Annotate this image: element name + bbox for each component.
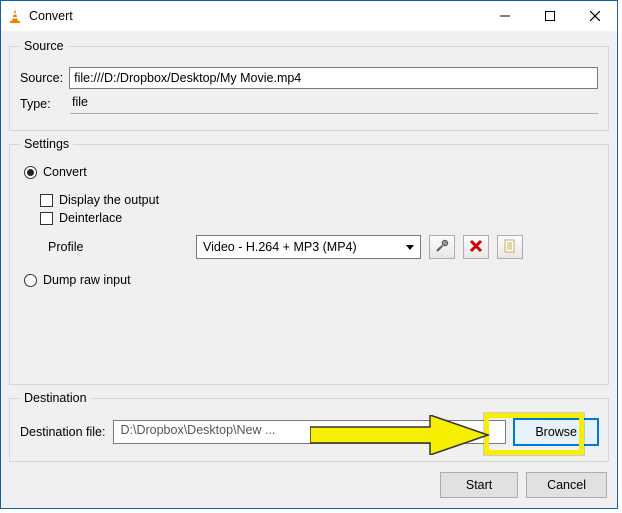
minimize-button[interactable]: [482, 1, 527, 31]
destination-group: Destination Destination file: D:\Dropbox…: [9, 391, 609, 462]
dump-raw-radio[interactable]: Dump raw input: [24, 273, 598, 287]
dump-raw-label: Dump raw input: [43, 273, 131, 287]
browse-button-label: Browse: [535, 425, 577, 439]
cancel-button-label: Cancel: [547, 478, 586, 492]
type-label: Type:: [20, 97, 62, 111]
source-input[interactable]: [69, 67, 598, 89]
display-output-label: Display the output: [59, 193, 159, 207]
deinterlace-label: Deinterlace: [59, 211, 122, 225]
type-value: file: [70, 93, 598, 114]
source-group-legend: Source: [20, 39, 68, 53]
maximize-button[interactable]: [527, 1, 572, 31]
display-output-checkbox[interactable]: Display the output: [40, 193, 598, 207]
start-button[interactable]: Start: [440, 472, 518, 498]
profile-value: Video - H.264 + MP3 (MP4): [203, 240, 402, 254]
vlc-cone-icon: [7, 8, 23, 24]
checkbox-icon: [40, 212, 53, 225]
titlebar: Convert: [1, 1, 617, 31]
settings-group: Settings Convert Display the output Dein…: [9, 137, 609, 385]
destination-file-input[interactable]: D:\Dropbox\Desktop\New ...: [113, 420, 506, 444]
source-group: Source Source: Type: file: [9, 39, 609, 131]
start-button-label: Start: [466, 478, 492, 492]
profile-label: Profile: [48, 240, 188, 254]
wrench-icon: [434, 238, 450, 257]
chevron-down-icon: [402, 236, 418, 258]
edit-profile-button[interactable]: [429, 235, 455, 259]
window-title: Convert: [29, 9, 73, 23]
dialog-footer: Start Cancel: [9, 468, 609, 500]
client-area: Source Source: Type: file Settings Conve…: [1, 31, 617, 508]
convert-radio-label: Convert: [43, 165, 87, 179]
delete-profile-button[interactable]: [463, 235, 489, 259]
new-profile-button[interactable]: [497, 235, 523, 259]
source-label: Source:: [20, 71, 63, 85]
destination-file-label: Destination file:: [20, 425, 105, 439]
radio-icon: [24, 166, 37, 179]
delete-x-icon: [469, 239, 483, 256]
new-document-icon: [503, 239, 517, 256]
checkbox-icon: [40, 194, 53, 207]
destination-group-legend: Destination: [20, 391, 91, 405]
cancel-button[interactable]: Cancel: [526, 472, 607, 498]
close-button[interactable]: [572, 1, 617, 31]
profile-combobox[interactable]: Video - H.264 + MP3 (MP4): [196, 235, 421, 259]
convert-radio[interactable]: Convert: [24, 165, 598, 179]
radio-icon: [24, 274, 37, 287]
settings-group-legend: Settings: [20, 137, 73, 151]
browse-button[interactable]: Browse: [514, 419, 598, 445]
convert-dialog: Convert Source Source: Type: file: [0, 0, 618, 509]
deinterlace-checkbox[interactable]: Deinterlace: [40, 211, 598, 225]
